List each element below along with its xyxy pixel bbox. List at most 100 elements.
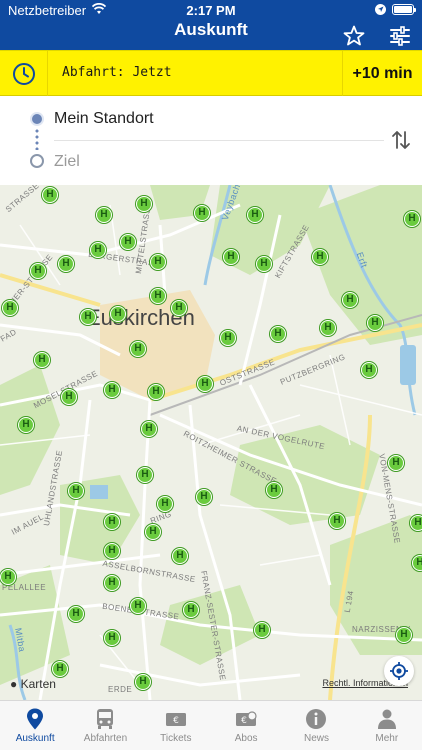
bus-stop-icon[interactable]: H: [34, 352, 50, 368]
bus-stop-icon[interactable]: H: [361, 362, 377, 378]
tab-news[interactable]: News: [281, 701, 351, 750]
bus-stop-icon[interactable]: H: [110, 306, 126, 322]
bus-stop-icon[interactable]: H: [256, 256, 272, 272]
bus-stop-icon[interactable]: H: [367, 315, 383, 331]
map-view[interactable]: STRASSE BERGERSTRASSE MITTELSTRASSE OSTS…: [0, 185, 422, 700]
bus-stop-icon[interactable]: H: [104, 514, 120, 530]
crosshair-icon: [390, 662, 408, 680]
bus-stop-icon[interactable]: H: [130, 341, 146, 357]
filter-settings-icon[interactable]: [388, 24, 412, 48]
info-icon: [306, 709, 327, 729]
bus-stop-icon[interactable]: H: [220, 330, 236, 346]
locate-me-button[interactable]: [384, 656, 414, 686]
route-dots: [35, 128, 39, 150]
bus-stop-icon[interactable]: H: [2, 300, 18, 316]
tab-bar: Auskunft Abfahrten € Tickets € Abos News…: [0, 700, 422, 750]
bus-stop-icon[interactable]: H: [247, 207, 263, 223]
status-bar: Netzbetreiber 2:17 PM: [0, 0, 422, 20]
bus-stop-icon[interactable]: H: [130, 598, 146, 614]
time-picker-button[interactable]: [0, 51, 48, 96]
tab-label: Abfahrten: [83, 733, 128, 744]
origin-dot-icon: [30, 112, 44, 126]
bus-stop-icon[interactable]: H: [52, 661, 68, 677]
plus-ten-minutes-button[interactable]: +10 min: [342, 51, 422, 96]
favorite-star-icon[interactable]: [342, 24, 366, 48]
attribution-label: Karten: [20, 677, 56, 691]
swap-icon[interactable]: [390, 128, 412, 152]
tab-abos[interactable]: € Abos: [211, 701, 281, 750]
svg-text:€: €: [241, 716, 247, 726]
bus-stop-icon[interactable]: H: [68, 606, 84, 622]
person-icon: [377, 709, 396, 729]
divider: [54, 140, 384, 141]
bus-stop-icon[interactable]: H: [68, 483, 84, 499]
subscription-icon: €: [236, 711, 257, 726]
clock-icon: [12, 62, 35, 85]
bus-stop-icon[interactable]: H: [266, 482, 282, 498]
bus-stop-icon[interactable]: H: [410, 515, 422, 531]
tab-label: Abos: [234, 733, 258, 744]
bus-stop-icon[interactable]: H: [90, 242, 106, 258]
bus-stop-icon[interactable]: H: [254, 622, 270, 638]
app: Netzbetreiber 2:17 PM Auskunft Abfahrt: …: [0, 0, 422, 750]
bus-stop-icon[interactable]: H: [223, 249, 239, 265]
bus-stop-icon[interactable]: H: [42, 187, 58, 203]
bus-stop-icon[interactable]: H: [150, 254, 166, 270]
bus-stop-icon[interactable]: H: [18, 417, 34, 433]
bus-stop-icon[interactable]: H: [104, 575, 120, 591]
apple-logo-icon: ●: [10, 677, 18, 691]
bus-stop-icon[interactable]: H: [194, 205, 210, 221]
bus-stop-icon[interactable]: H: [141, 421, 157, 437]
bus-stop-icon[interactable]: H: [120, 234, 136, 250]
tab-auskunft[interactable]: Auskunft: [0, 701, 70, 750]
destination-dot-icon: [30, 154, 44, 168]
departure-time-label[interactable]: Abfahrt: Jetzt: [62, 65, 172, 80]
bus-icon: [97, 709, 114, 729]
bus-stop-icon[interactable]: H: [137, 467, 153, 483]
bus-stop-icon[interactable]: H: [104, 543, 120, 559]
ticket-icon: €: [165, 713, 186, 726]
bus-stop-icon[interactable]: H: [396, 627, 412, 643]
bus-stop-icon[interactable]: H: [150, 288, 166, 304]
bus-stop-icon[interactable]: H: [80, 309, 96, 325]
bus-stop-icon[interactable]: H: [148, 384, 164, 400]
departure-bar: Abfahrt: Jetzt +10 min: [0, 50, 422, 96]
bus-stop-icon[interactable]: H: [136, 196, 152, 212]
bus-stop-icon[interactable]: H: [104, 382, 120, 398]
bus-stop-icon[interactable]: H: [388, 455, 404, 471]
destination-field[interactable]: Ziel: [54, 153, 80, 171]
bus-stop-icon[interactable]: H: [135, 674, 151, 690]
tab-label: Mehr: [375, 733, 399, 744]
bus-stop-icon[interactable]: H: [172, 548, 188, 564]
tab-label: News: [303, 733, 329, 744]
bus-stop-icon[interactable]: H: [145, 524, 161, 540]
bus-stop-icon[interactable]: H: [96, 207, 112, 223]
bus-stop-icon[interactable]: H: [58, 256, 74, 272]
pin-icon: [27, 708, 44, 730]
bus-stop-icon[interactable]: H: [312, 249, 328, 265]
bus-stop-icon[interactable]: H: [171, 300, 187, 316]
bus-stop-icon[interactable]: H: [404, 211, 420, 227]
bus-stop-icon[interactable]: H: [320, 320, 336, 336]
bus-stop-icon[interactable]: H: [157, 496, 173, 512]
bus-stop-icon[interactable]: H: [270, 326, 286, 342]
bus-stop-icon[interactable]: H: [342, 292, 358, 308]
bus-stop-icon[interactable]: H: [183, 602, 199, 618]
bus-stop-icon[interactable]: H: [104, 630, 120, 646]
bus-stop-icon[interactable]: H: [329, 513, 345, 529]
bus-stop-icon[interactable]: H: [197, 376, 213, 392]
clock-time: 2:17 PM: [186, 3, 236, 18]
location-arrow-icon: [375, 4, 386, 15]
route-inputs: Mein Standort Ziel: [0, 96, 422, 185]
bus-stop-icon[interactable]: H: [0, 569, 16, 585]
bus-stop-icon[interactable]: H: [30, 263, 46, 279]
tab-abfahrten[interactable]: Abfahrten: [70, 701, 140, 750]
tab-mehr[interactable]: Mehr: [352, 701, 422, 750]
bus-stop-icon[interactable]: H: [61, 389, 77, 405]
tab-tickets[interactable]: € Tickets: [141, 701, 211, 750]
header: Netzbetreiber 2:17 PM Auskunft: [0, 0, 422, 50]
origin-field[interactable]: Mein Standort: [54, 110, 154, 128]
bus-stop-icon[interactable]: H: [412, 555, 422, 571]
battery-icon: [392, 4, 416, 15]
bus-stop-icon[interactable]: H: [196, 489, 212, 505]
